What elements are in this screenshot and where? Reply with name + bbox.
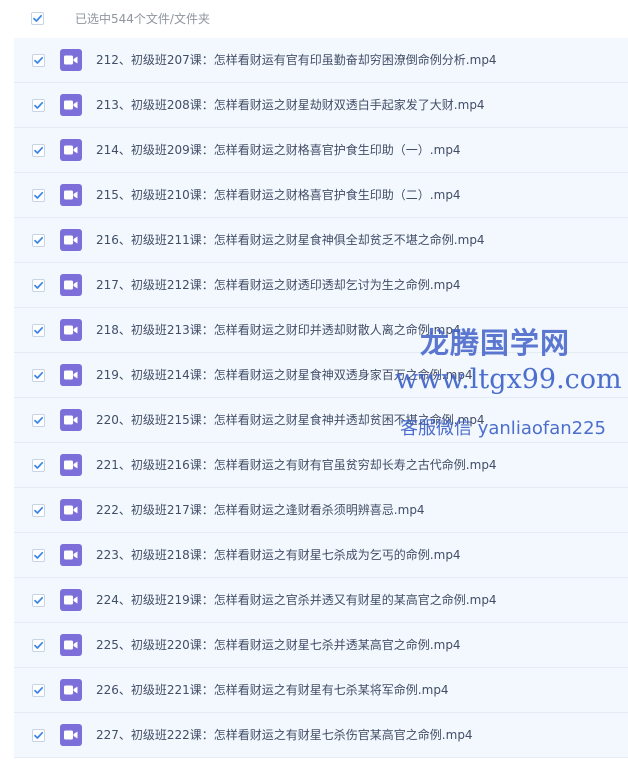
file-row[interactable]: 218、初级班213课：怎样看财运之财印并透却财散人离之命例.mp4 xyxy=(14,308,628,353)
check-icon xyxy=(34,236,44,244)
file-name[interactable]: 222、初级班217课：怎样看财运之逢财看杀须明辨喜忌.mp4 xyxy=(96,503,425,518)
file-checkbox[interactable] xyxy=(32,414,45,427)
video-file-icon xyxy=(60,94,82,116)
file-name[interactable]: 225、初级班220课：怎样看财运之财星七杀并透某高官之命例.mp4 xyxy=(96,638,461,653)
file-name[interactable]: 221、初级班216课：怎样看财运之有财有官虽贫穷却长寿之古代命例.mp4 xyxy=(96,458,497,473)
file-name[interactable]: 223、初级班218课：怎样看财运之有财星七杀成为乞丐的命例.mp4 xyxy=(96,548,461,563)
file-row[interactable]: 223、初级班218课：怎样看财运之有财星七杀成为乞丐的命例.mp4 xyxy=(14,533,628,578)
file-checkbox[interactable] xyxy=(32,324,45,337)
file-checkbox[interactable] xyxy=(32,369,45,382)
file-checkbox[interactable] xyxy=(32,594,45,607)
file-row[interactable]: 227、初级班222课：怎样看财运之有财星七杀伤官某高官之命例.mp4 xyxy=(14,713,628,758)
file-name[interactable]: 217、初级班212课：怎样看财运之财透印透却乞讨为生之命例.mp4 xyxy=(96,278,461,293)
file-checkbox[interactable] xyxy=(32,189,45,202)
file-name[interactable]: 219、初级班214课：怎样看财运之财星食神双透身家百万之命例.mp4 xyxy=(96,368,473,383)
file-row[interactable]: 212、初级班207课：怎样看财运有官有印虽勤奋却穷困潦倒命例分析.mp4 xyxy=(14,38,628,83)
file-row[interactable]: 224、初级班219课：怎样看财运之官杀并透又有财星的某高官之命例.mp4 xyxy=(14,578,628,623)
check-icon xyxy=(34,461,44,469)
file-name[interactable]: 213、初级班208课：怎样看财运之财星劫财双透白手起家发了大财.mp4 xyxy=(96,98,485,113)
file-row[interactable]: 222、初级班217课：怎样看财运之逢财看杀须明辨喜忌.mp4 xyxy=(14,488,628,533)
check-icon xyxy=(34,596,44,604)
file-row[interactable]: 221、初级班216课：怎样看财运之有财有官虽贫穷却长寿之古代命例.mp4 xyxy=(14,443,628,488)
file-row[interactable]: 217、初级班212课：怎样看财运之财透印透却乞讨为生之命例.mp4 xyxy=(14,263,628,308)
selection-count: 已选中544个文件/文件夹 xyxy=(75,12,210,26)
video-file-icon xyxy=(60,454,82,476)
file-name[interactable]: 220、初级班215课：怎样看财运之财星食神并透却贫困不堪之命例.mp4 xyxy=(96,413,485,428)
file-name[interactable]: 215、初级班210课：怎样看财运之财格喜官护食生印助（二）.mp4 xyxy=(96,188,461,203)
video-file-icon xyxy=(60,319,82,341)
check-icon xyxy=(34,326,44,334)
video-file-icon xyxy=(60,634,82,656)
check-icon xyxy=(34,641,44,649)
file-list-page: 已选中544个文件/文件夹 212、初级班207课：怎样看财运有官有印虽勤奋却穷… xyxy=(0,0,628,770)
file-row[interactable]: 215、初级班210课：怎样看财运之财格喜官护食生印助（二）.mp4 xyxy=(14,173,628,218)
file-name[interactable]: 212、初级班207课：怎样看财运有官有印虽勤奋却穷困潦倒命例分析.mp4 xyxy=(96,53,497,68)
file-row[interactable]: 213、初级班208课：怎样看财运之财星劫财双透白手起家发了大财.mp4 xyxy=(14,83,628,128)
video-file-icon xyxy=(60,229,82,251)
file-checkbox[interactable] xyxy=(32,99,45,112)
file-checkbox[interactable] xyxy=(32,549,45,562)
video-file-icon xyxy=(60,364,82,386)
file-row[interactable]: 216、初级班211课：怎样看财运之财星食神俱全却贫乏不堪之命例.mp4 xyxy=(14,218,628,263)
check-icon xyxy=(33,14,43,22)
video-file-icon xyxy=(60,499,82,521)
file-row[interactable]: 226、初级班221课：怎样看财运之有财星有七杀某将军命例.mp4 xyxy=(14,668,628,713)
video-file-icon xyxy=(60,274,82,296)
file-list: 212、初级班207课：怎样看财运有官有印虽勤奋却穷困潦倒命例分析.mp4 21… xyxy=(14,38,628,758)
file-checkbox[interactable] xyxy=(32,459,45,472)
check-icon xyxy=(34,551,44,559)
file-row[interactable]: 225、初级班220课：怎样看财运之财星七杀并透某高官之命例.mp4 xyxy=(14,623,628,668)
check-icon xyxy=(34,56,44,64)
video-file-icon xyxy=(60,679,82,701)
video-file-icon xyxy=(60,139,82,161)
video-file-icon xyxy=(60,589,82,611)
check-icon xyxy=(34,506,44,514)
selection-header: 已选中544个文件/文件夹 xyxy=(0,0,628,38)
file-checkbox[interactable] xyxy=(32,234,45,247)
video-file-icon xyxy=(60,544,82,566)
check-icon xyxy=(34,686,44,694)
video-file-icon xyxy=(60,724,82,746)
check-icon xyxy=(34,371,44,379)
file-checkbox[interactable] xyxy=(32,54,45,67)
file-checkbox[interactable] xyxy=(32,144,45,157)
file-checkbox[interactable] xyxy=(32,279,45,292)
file-name[interactable]: 214、初级班209课：怎样看财运之财格喜官护食生印助（一）.mp4 xyxy=(96,143,461,158)
check-icon xyxy=(34,731,44,739)
file-row[interactable]: 220、初级班215课：怎样看财运之财星食神并透却贫困不堪之命例.mp4 xyxy=(14,398,628,443)
file-name[interactable]: 218、初级班213课：怎样看财运之财印并透却财散人离之命例.mp4 xyxy=(96,323,461,338)
file-checkbox[interactable] xyxy=(32,729,45,742)
check-icon xyxy=(34,101,44,109)
file-checkbox[interactable] xyxy=(32,639,45,652)
check-icon xyxy=(34,281,44,289)
check-icon xyxy=(34,416,44,424)
video-file-icon xyxy=(60,49,82,71)
file-name[interactable]: 227、初级班222课：怎样看财运之有财星七杀伤官某高官之命例.mp4 xyxy=(96,728,473,743)
file-checkbox[interactable] xyxy=(32,504,45,517)
file-name[interactable]: 226、初级班221课：怎样看财运之有财星有七杀某将军命例.mp4 xyxy=(96,683,449,698)
check-icon xyxy=(34,146,44,154)
check-icon xyxy=(34,191,44,199)
select-all-checkbox[interactable] xyxy=(31,12,44,25)
video-file-icon xyxy=(60,184,82,206)
file-row[interactable]: 214、初级班209课：怎样看财运之财格喜官护食生印助（一）.mp4 xyxy=(14,128,628,173)
file-row[interactable]: 219、初级班214课：怎样看财运之财星食神双透身家百万之命例.mp4 xyxy=(14,353,628,398)
video-file-icon xyxy=(60,409,82,431)
file-checkbox[interactable] xyxy=(32,684,45,697)
file-name[interactable]: 216、初级班211课：怎样看财运之财星食神俱全却贫乏不堪之命例.mp4 xyxy=(96,233,485,248)
file-name[interactable]: 224、初级班219课：怎样看财运之官杀并透又有财星的某高官之命例.mp4 xyxy=(96,593,497,608)
